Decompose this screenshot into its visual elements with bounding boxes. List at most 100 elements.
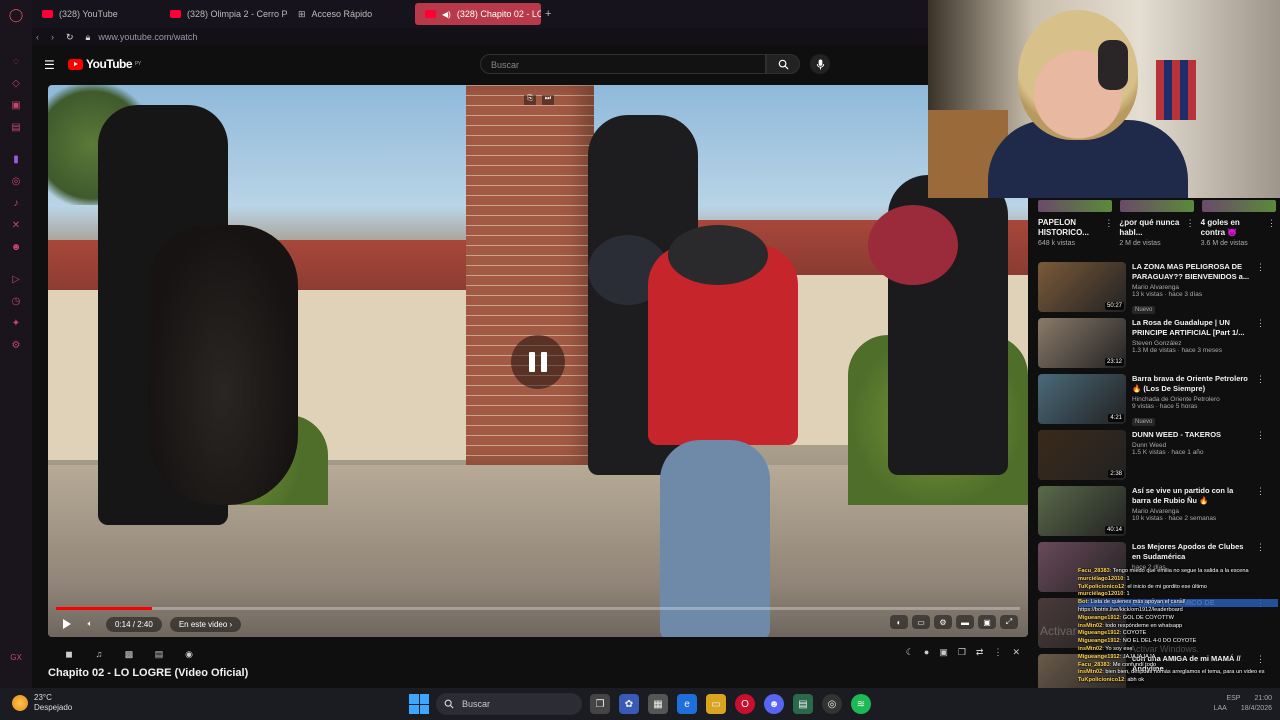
more-options-icon[interactable]: ⋮ [1267, 218, 1276, 247]
short-card[interactable]: PAPELON HISTORICO... 648 k vistas [1038, 218, 1098, 247]
discord-taskbar-icon[interactable]: ☻ [764, 694, 784, 714]
music-note-icon[interactable]: ♫ [88, 647, 110, 661]
settings-icon[interactable]: ⚙ [9, 338, 23, 352]
related-video-item[interactable]: 2:38 DUNN WEED - TAKEROS Dunn Weed 1.5 K vi… [1038, 430, 1274, 482]
spotify-icon[interactable]: ≋ [851, 694, 871, 714]
start-button[interactable] [409, 694, 429, 714]
play-button[interactable] [54, 615, 78, 633]
voice-search-button[interactable] [810, 54, 830, 74]
gamer-icon[interactable]: ▣ [9, 98, 23, 112]
channel-name[interactable]: Mario Alvarenga [1132, 284, 1250, 291]
tab-olimpia[interactable]: (328) Olimpia 2 - Cerro Po [160, 3, 288, 25]
video-title-link[interactable]: Así se vive un partido con la barra de R… [1132, 486, 1250, 506]
related-video-item[interactable]: 4:21 Barra brava de Oriente Petrolero 🔥 (… [1038, 374, 1274, 426]
url-field[interactable]: www.youtube.com/watch [98, 32, 197, 42]
video-title-link[interactable]: Barra brava de Oriente Petrolero 🔥 (Los … [1132, 374, 1250, 394]
channel-name[interactable]: Hinchada de Oriente Petrolero [1132, 396, 1250, 403]
copilot-icon[interactable]: ✿ [619, 694, 639, 714]
tab-speed-dial[interactable]: ⊞ Acceso Rápido [288, 3, 412, 25]
close-icon[interactable]: ✕ [1012, 647, 1020, 658]
history-icon[interactable]: ◷ [9, 294, 23, 308]
opera-gx-icon[interactable]: O [735, 694, 755, 714]
aria-icon[interactable]: ◇ [9, 76, 23, 90]
search-input[interactable]: Buscar [480, 54, 766, 74]
chapters-chip[interactable]: En este video › [169, 616, 242, 632]
more-options-icon[interactable]: ⋮ [1256, 374, 1266, 426]
related-video-item[interactable]: 50:27 LA ZONA MAS PELIGROSA DE PARAGUAY??… [1038, 262, 1274, 314]
short-card[interactable]: 4 goles en contra 😈 3.6 M de vistas [1201, 218, 1261, 247]
video-thumbnail[interactable]: 4:21 [1038, 374, 1126, 424]
camera-icon[interactable]: ◼ [58, 647, 80, 661]
tab-chapito-active[interactable]: ◀) (328) Chapito 02 - LO [415, 3, 541, 25]
extensions-icon[interactable]: ✦ [9, 316, 23, 330]
edge-icon[interactable]: e [677, 694, 697, 714]
fullscreen-button[interactable]: ⤢ [1000, 615, 1018, 629]
related-video-item[interactable]: 40:14 Así se vive un partido con la barra… [1038, 486, 1274, 538]
menu-icon[interactable]: ☰ [44, 58, 55, 72]
file-explorer-icon[interactable]: ▭ [706, 694, 726, 714]
discord-icon[interactable]: ☻ [9, 240, 23, 254]
tiktok-icon[interactable]: ♪ [9, 196, 23, 210]
channel-name[interactable]: Steven González [1132, 340, 1250, 347]
settings-gear-button[interactable]: ⚙ [934, 615, 952, 629]
weather-widget[interactable]: 23°C Despejado [12, 693, 72, 713]
loop-icon[interactable]: ⇄ [976, 647, 984, 658]
more-icon[interactable]: ⋮ [993, 647, 1002, 658]
opera-logo-icon[interactable]: ◯ [9, 7, 24, 22]
obs-icon[interactable]: ◎ [822, 694, 842, 714]
gx-icon[interactable]: GX [9, 650, 23, 664]
subtitles-button[interactable]: ▭ [912, 615, 930, 629]
bulb-icon[interactable]: ● [924, 647, 929, 658]
screenshot-icon[interactable]: ◉ [178, 647, 200, 661]
caption-icon[interactable]: ▤ [148, 647, 170, 661]
video-title-link[interactable]: La Rosa de Guadalupe | UN PRINCIPE ARTIF… [1132, 318, 1250, 338]
more-options-icon[interactable]: ⋮ [1104, 218, 1113, 247]
more-options-icon[interactable]: ⋮ [1256, 486, 1266, 538]
video-player[interactable]: ⎘ ⏭ 🔈︎ 0:14 / 2:40 En este video › ◐ ▭ ⚙… [48, 85, 1028, 637]
cast-icon[interactable]: ⎘ [524, 95, 536, 105]
video-thumbnail[interactable]: 2:38 [1038, 430, 1126, 480]
channel-name[interactable]: Dunn Weed [1132, 442, 1250, 449]
more-options-icon[interactable]: ⋮ [1186, 218, 1195, 247]
x-icon[interactable]: ✕ [9, 218, 23, 232]
video-thumbnail[interactable]: 50:27 [1038, 262, 1126, 312]
task-view-icon[interactable]: ❐ [590, 694, 610, 714]
moon-icon[interactable]: ☾ [906, 647, 914, 658]
taskbar-search[interactable]: Buscar [436, 693, 582, 715]
forward-icon[interactable]: › [51, 32, 54, 42]
more-options-icon[interactable]: ⋮ [1256, 430, 1266, 482]
pip-icon[interactable]: ▣ [939, 647, 948, 658]
reload-icon[interactable]: ↻ [66, 32, 74, 43]
autoplay-toggle[interactable]: ◐ [890, 615, 908, 629]
video-title-link[interactable]: Los Mejores Apodos de Clubes en Sudaméri… [1132, 542, 1250, 562]
video-thumbnail[interactable]: 23:12 [1038, 318, 1126, 368]
back-icon[interactable]: ‹ [36, 32, 39, 42]
tab-youtube[interactable]: (328) YouTube [32, 3, 160, 25]
player-icon[interactable]: ▷ [9, 272, 23, 286]
instagram-icon[interactable]: ◎ [9, 174, 23, 188]
progress-bar[interactable] [56, 607, 1020, 610]
short-card[interactable]: ¿por qué nunca habl... 2 M de vistas [1119, 218, 1179, 247]
related-video-item[interactable]: 23:12 La Rosa de Guadalupe | UN PRINCIPE … [1038, 318, 1274, 370]
youtube-logo[interactable]: YouTube PY [68, 57, 141, 71]
twitch-icon[interactable]: ▮ [9, 152, 23, 166]
picture-icon[interactable]: ▩ [118, 647, 140, 661]
more-options-icon[interactable]: ⋮ [1256, 318, 1266, 370]
video-title-link[interactable]: LA ZONA MAS PELIGROSA DE PARAGUAY?? BIEN… [1132, 262, 1250, 282]
notepad-icon[interactable]: ▤ [793, 694, 813, 714]
arc-icon[interactable]: ◌ [9, 54, 23, 68]
channel-name[interactable]: Mario Alvarenga [1132, 508, 1250, 515]
music-icon[interactable]: ▤ [9, 120, 23, 134]
copy-icon[interactable]: ❐ [958, 647, 966, 658]
big-pause-button[interactable] [511, 335, 565, 389]
more-options-icon[interactable]: ⋮ [1256, 262, 1266, 314]
system-tray[interactable]: ESP 21:00 LAA 18/4/2026 [1214, 694, 1272, 714]
volume-button[interactable]: 🔈︎ [78, 615, 102, 633]
theater-mode-button[interactable]: ▬ [956, 615, 974, 629]
store-icon[interactable]: ▦ [648, 694, 668, 714]
new-tab-button[interactable]: + [541, 3, 555, 25]
video-title-link[interactable]: DUNN WEED - TAKEROS [1132, 430, 1250, 440]
search-button[interactable] [766, 54, 800, 74]
video-thumbnail[interactable]: 40:14 [1038, 486, 1126, 536]
miniplayer-button[interactable]: ▣ [978, 615, 996, 629]
